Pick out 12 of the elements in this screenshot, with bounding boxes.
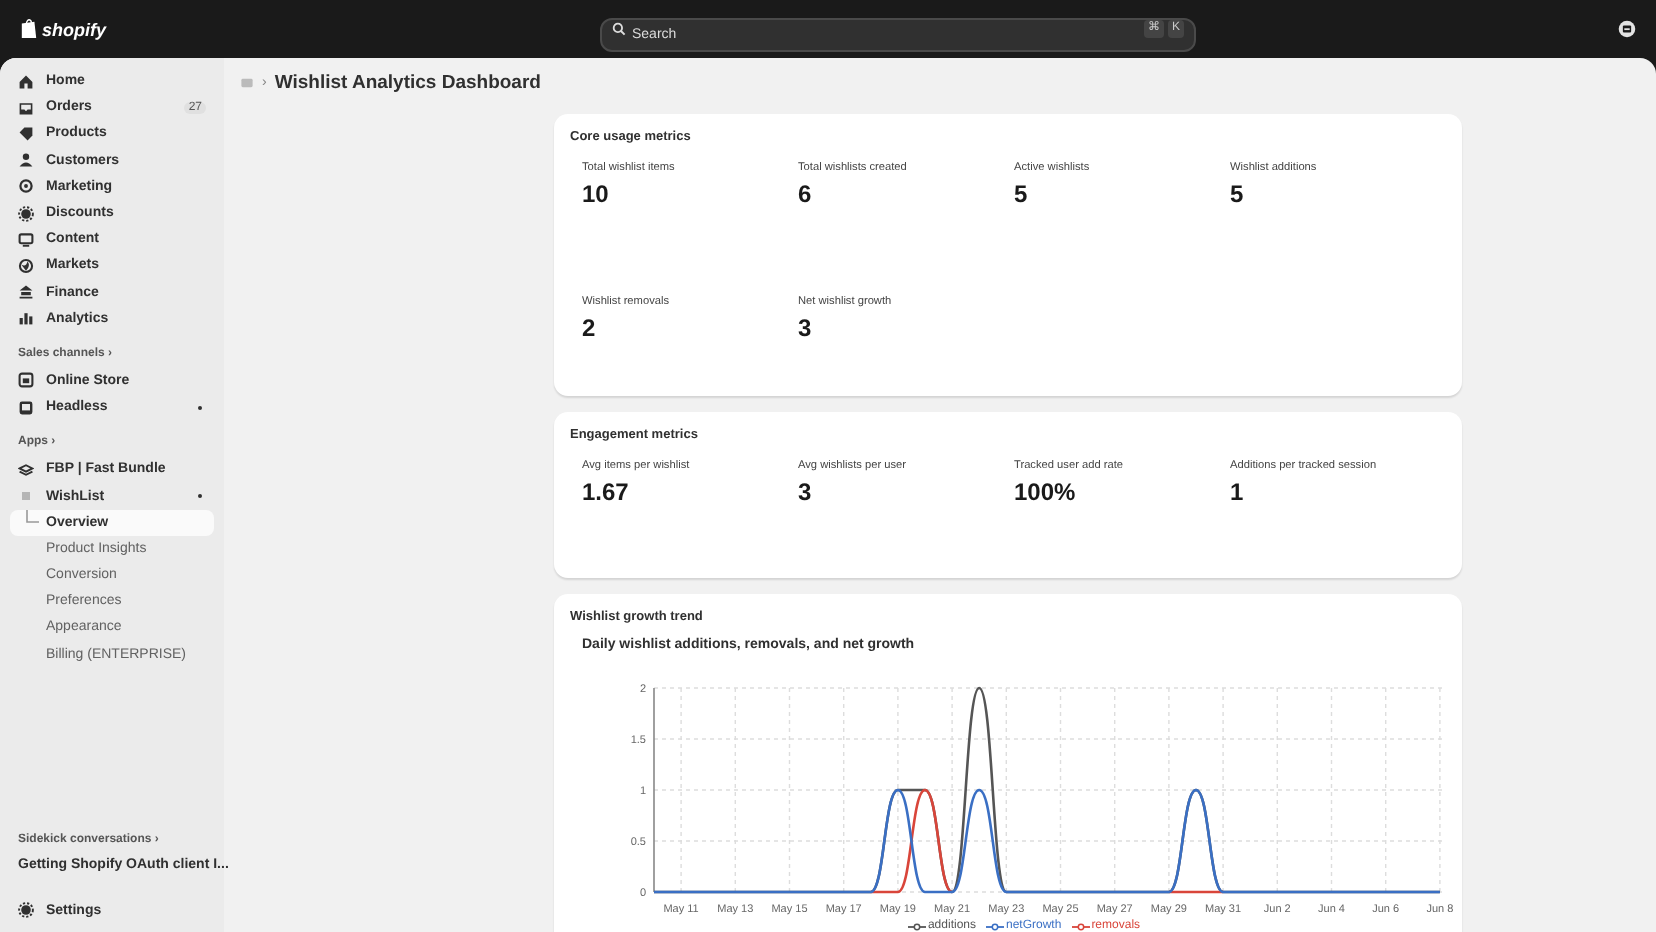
metric-value: 1.67 <box>582 478 631 506</box>
metric-value: 3 <box>798 314 814 342</box>
metric-value: 6 <box>798 180 814 208</box>
metric-value: 5 <box>1014 180 1030 208</box>
metric-value: 3 <box>798 478 814 506</box>
metric-value: 5 <box>1230 180 1246 208</box>
metric-value: 10 <box>582 180 611 208</box>
logo-text: shopify <box>42 19 107 39</box>
metric-value: 100% <box>1014 478 1078 506</box>
metric-value: 1 <box>1230 478 1246 506</box>
metric-value: 2 <box>582 314 598 342</box>
page-title: Wishlist Analytics Dashboard <box>274 72 541 94</box>
